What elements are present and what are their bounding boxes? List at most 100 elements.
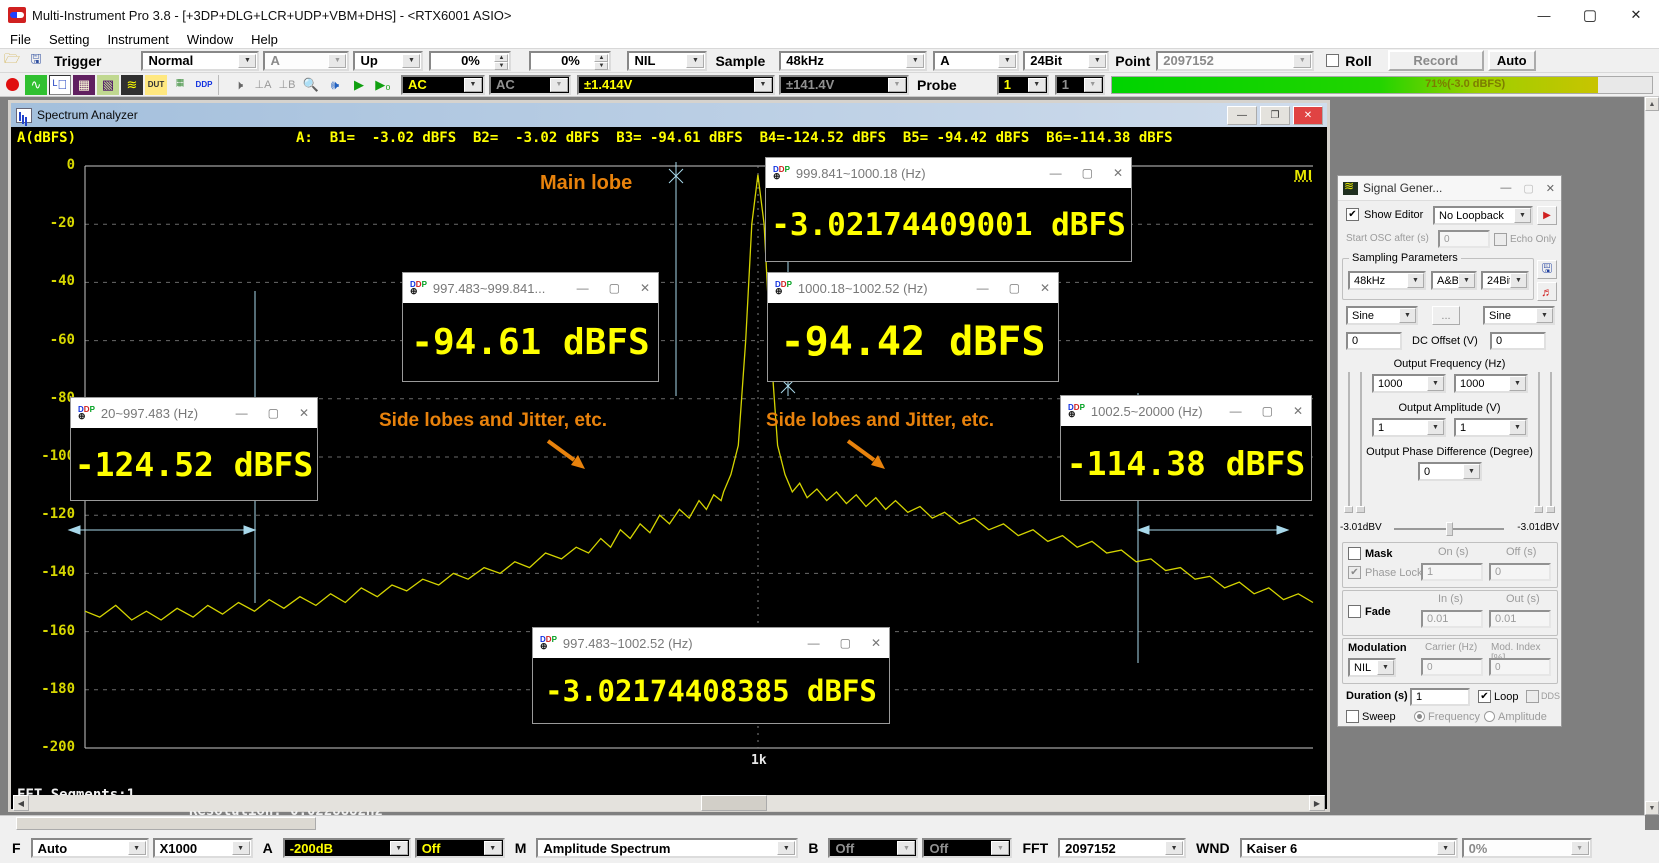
minimize-icon[interactable]: —: [577, 281, 589, 295]
data-logger-icon[interactable]: 𝄜: [169, 75, 191, 95]
dropdown-icon[interactable]: [1399, 308, 1416, 323]
slider-handle[interactable]: [1546, 506, 1555, 513]
dropdown-icon[interactable]: [1536, 308, 1553, 323]
dropdown-icon[interactable]: [464, 78, 482, 92]
dropdown-icon[interactable]: [1165, 841, 1183, 855]
spectrum-analyzer-icon[interactable]: ᴸ⃒: [49, 75, 71, 95]
freq-axis-select[interactable]: Auto: [31, 838, 149, 858]
spectrum-hscrollbar[interactable]: ◀ ▶: [13, 795, 1325, 811]
mdi-horizontal-scrollbar[interactable]: [0, 815, 1645, 831]
scroll-down-icon[interactable]: ▼: [1645, 801, 1659, 815]
scroll-thumb[interactable]: [701, 795, 767, 811]
sg-channels-select[interactable]: A&B: [1431, 271, 1477, 290]
ddp-viewer-window[interactable]: DDP⊕ 997.483~1002.52 (Hz) —▢✕ -3.0217440…: [533, 628, 889, 723]
a-range-select[interactable]: -200dB: [283, 838, 411, 858]
maximize-icon[interactable]: ▢: [609, 281, 620, 295]
more-button[interactable]: ...: [1432, 306, 1460, 325]
mask-checkbox[interactable]: [1348, 547, 1361, 560]
amplitude-a-select[interactable]: 1: [1372, 418, 1446, 437]
scroll-thumb[interactable]: [16, 817, 316, 830]
minimize-icon[interactable]: —: [1500, 182, 1511, 195]
maximize-icon[interactable]: ▢: [1009, 281, 1020, 295]
speaker-icon[interactable]: 🕪: [324, 75, 346, 95]
minimize-icon[interactable]: —: [1230, 404, 1242, 418]
dropdown-icon[interactable]: [232, 841, 250, 855]
loopback-select[interactable]: No Loopback: [1433, 206, 1533, 225]
sample-channel-select[interactable]: A: [933, 51, 1019, 71]
dc-offset-a-input[interactable]: 0: [1346, 332, 1402, 350]
slider-handle[interactable]: [1356, 506, 1365, 513]
scroll-left-icon[interactable]: ◀: [13, 795, 29, 811]
waveform-b-select[interactable]: Sine: [1483, 306, 1555, 325]
level-slider-a1[interactable]: [1348, 372, 1350, 512]
freq-zoom-select[interactable]: X1000: [153, 838, 253, 858]
signal-generator-icon[interactable]: ≋: [121, 75, 143, 95]
scroll-up-icon[interactable]: ▲: [1645, 97, 1659, 111]
frequency-b-select[interactable]: 1000: [1454, 374, 1528, 393]
menu-help[interactable]: Help: [251, 32, 278, 47]
level-slider-a2[interactable]: [1360, 372, 1362, 512]
coupling-a-select[interactable]: AC: [401, 75, 485, 95]
sample-bits-select[interactable]: 24Bit: [1023, 51, 1109, 71]
multimeter-icon[interactable]: ▦: [73, 75, 95, 95]
maximize-icon[interactable]: ▢: [840, 636, 851, 650]
close-icon[interactable]: ✕: [1293, 404, 1303, 418]
dropdown-icon[interactable]: [1088, 54, 1106, 68]
save-icon[interactable]: 🖫: [25, 51, 47, 71]
loop-checkbox[interactable]: [1478, 690, 1491, 703]
trigger-level-spinner[interactable]: 0%: [429, 51, 511, 71]
dropdown-icon[interactable]: [390, 841, 408, 855]
close-icon[interactable]: ✕: [871, 636, 881, 650]
minimize-icon[interactable]: —: [808, 636, 820, 650]
roll-checkbox[interactable]: [1326, 54, 1339, 67]
phase-select[interactable]: 0: [1418, 462, 1482, 481]
ddp-viewer-window[interactable]: DDP⊕ 997.483~999.841... —▢✕ -94.61 dBFS: [403, 273, 658, 381]
spin-up-icon[interactable]: [594, 54, 608, 62]
dropdown-icon[interactable]: [484, 841, 502, 855]
dropdown-icon[interactable]: [128, 841, 146, 855]
trigger-edge-select[interactable]: Up: [353, 51, 423, 71]
device-test-plan-icon[interactable]: DUT: [145, 75, 167, 95]
dropdown-icon[interactable]: [1427, 420, 1444, 435]
minimize-icon[interactable]: [1521, 0, 1567, 30]
play-icon[interactable]: ▶: [348, 75, 370, 95]
close-icon[interactable]: ✕: [299, 406, 309, 420]
trigger-mode-select[interactable]: Normal: [141, 51, 259, 71]
spectrum-3d-icon[interactable]: ▧: [97, 75, 119, 95]
show-editor-checkbox[interactable]: [1346, 208, 1359, 221]
minimize-icon[interactable]: —: [977, 281, 989, 295]
menu-instrument[interactable]: Instrument: [107, 32, 168, 47]
dropdown-icon[interactable]: [1427, 376, 1444, 391]
level-slider-b2[interactable]: [1550, 372, 1552, 512]
ddp-viewer-window[interactable]: DDP⊕ 1000.18~1002.52 (Hz) —▢✕ -94.42 dBF…: [768, 273, 1058, 381]
close-icon[interactable]: ✕: [1546, 182, 1555, 195]
waveform-a-select[interactable]: Sine: [1346, 306, 1418, 325]
ddp-viewer-window[interactable]: DDP⊕ 20~997.483 (Hz) —▢✕ -124.52 dBFS: [71, 398, 317, 500]
range-a-select[interactable]: ±1.414V: [577, 75, 775, 95]
maximize-icon[interactable]: ▢: [1082, 166, 1093, 180]
dropdown-icon[interactable]: [1458, 273, 1475, 288]
dropdown-icon[interactable]: [1028, 78, 1046, 92]
dropdown-icon[interactable]: [1377, 660, 1394, 675]
dropdown-icon[interactable]: [1437, 841, 1455, 855]
menu-setting[interactable]: Setting: [49, 32, 89, 47]
dropdown-icon[interactable]: [1509, 376, 1526, 391]
scroll-right-icon[interactable]: ▶: [1309, 795, 1325, 811]
menu-file[interactable]: File: [10, 32, 31, 47]
dropdown-icon[interactable]: [777, 841, 795, 855]
dropdown-icon[interactable]: [1510, 273, 1527, 288]
fade-checkbox[interactable]: [1348, 605, 1361, 618]
spin-down-icon[interactable]: [494, 62, 508, 70]
trigger-delay-spinner[interactable]: 0%: [529, 51, 611, 71]
music-notes-icon[interactable]: ♬: [1537, 282, 1557, 301]
dropdown-icon[interactable]: [402, 54, 420, 68]
dropdown-icon[interactable]: [1407, 273, 1424, 288]
sweep-checkbox[interactable]: [1346, 710, 1359, 723]
fft-size-select[interactable]: 2097152: [1058, 838, 1186, 858]
minimize-icon[interactable]: —: [236, 406, 248, 420]
menu-window[interactable]: Window: [187, 32, 233, 47]
start-button[interactable]: ▶: [1537, 206, 1557, 225]
dropdown-icon[interactable]: [1463, 464, 1480, 479]
record-icon[interactable]: [1, 75, 23, 95]
maximize-icon[interactable]: ▢: [1262, 404, 1273, 418]
